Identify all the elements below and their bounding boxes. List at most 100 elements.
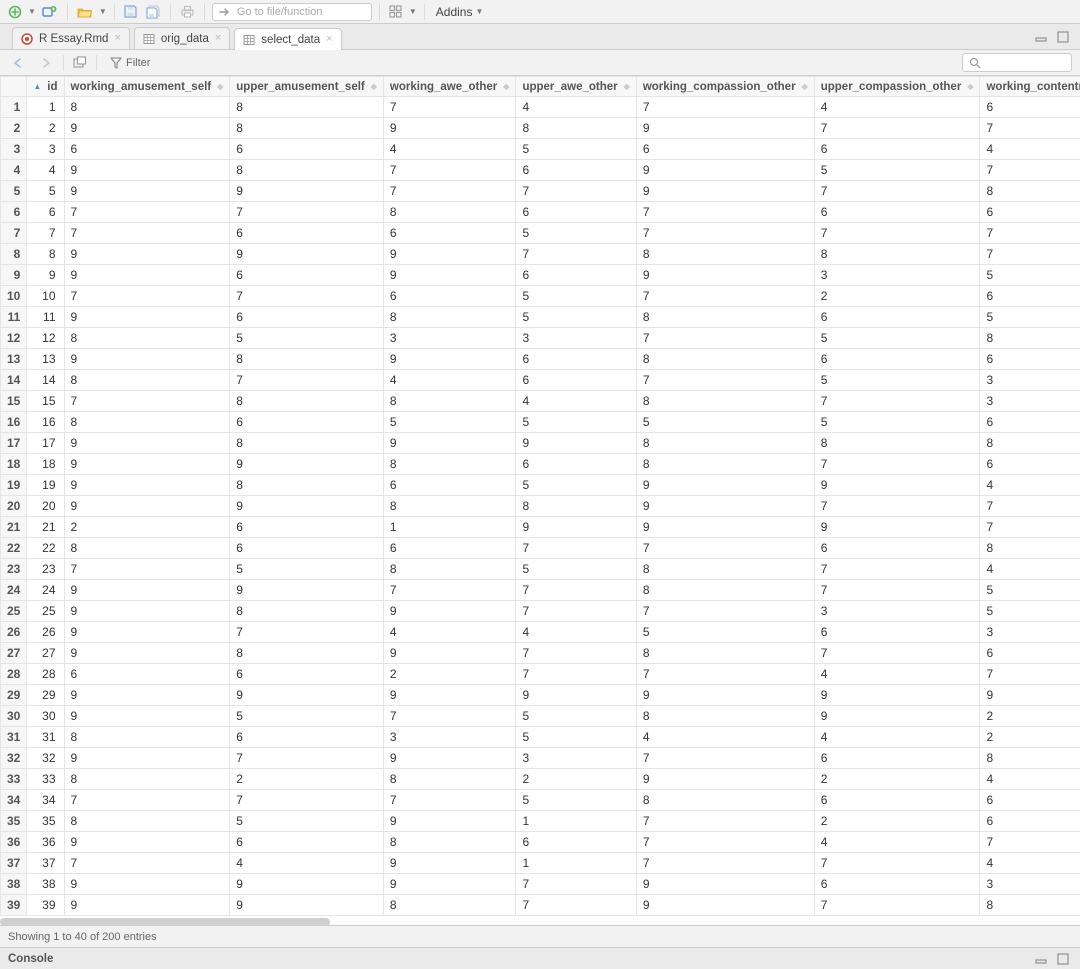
tab-close-button[interactable]: × xyxy=(114,33,120,44)
table-row[interactable]: 118874746 xyxy=(1,97,1080,118)
table-row[interactable]: 11119685865 xyxy=(1,307,1080,328)
table-row[interactable]: 20209988977 xyxy=(1,496,1080,517)
data-cell: 7 xyxy=(980,496,1080,517)
data-cell: 7 xyxy=(516,580,636,601)
minimize-pane-button[interactable] xyxy=(1032,28,1050,46)
table-row[interactable]: 27279897876 xyxy=(1,643,1080,664)
nav-back-button[interactable] xyxy=(8,54,30,72)
rownum-cell: 33 xyxy=(1,769,27,790)
table-row[interactable]: 19199865994 xyxy=(1,475,1080,496)
table-row[interactable]: 12128533758 xyxy=(1,328,1080,349)
table-search-box[interactable] xyxy=(962,53,1072,72)
tab-close-button[interactable]: × xyxy=(326,34,332,45)
table-row[interactable]: 36369686747 xyxy=(1,832,1080,853)
new-project-button[interactable] xyxy=(40,3,60,21)
table-row[interactable]: 14148746753 xyxy=(1,370,1080,391)
col-header-working_contentment_self[interactable]: working_contentment_self◆ xyxy=(980,77,1080,97)
addins-menu[interactable]: Addins ▼ xyxy=(432,5,488,19)
table-row[interactable]: 336645664 xyxy=(1,139,1080,160)
data-cell: 5 xyxy=(516,475,636,496)
table-row[interactable]: 13139896866 xyxy=(1,349,1080,370)
data-cell: 9 xyxy=(64,622,230,643)
save-all-button[interactable] xyxy=(144,3,163,21)
col-header-upper_compassion_other[interactable]: upper_compassion_other◆ xyxy=(814,77,980,97)
table-row[interactable]: 229898977 xyxy=(1,118,1080,139)
grid-caret[interactable]: ▼ xyxy=(409,7,417,16)
table-row[interactable]: 777665777 xyxy=(1,223,1080,244)
data-cell: 4 xyxy=(814,97,980,118)
maximize-pane-button[interactable] xyxy=(1054,28,1072,46)
sort-desc-icon: ◆ xyxy=(624,82,630,91)
table-row[interactable]: 25259897735 xyxy=(1,601,1080,622)
rownum-cell: 20 xyxy=(1,496,27,517)
col-header-upper_amusement_self[interactable]: upper_amusement_self◆ xyxy=(230,77,384,97)
table-row[interactable]: 559977978 xyxy=(1,181,1080,202)
table-search-input[interactable] xyxy=(985,56,1065,70)
open-file-button[interactable] xyxy=(75,3,95,21)
table-row[interactable]: 35358591726 xyxy=(1,811,1080,832)
table-row[interactable]: 17179899888 xyxy=(1,433,1080,454)
cell-id: 37 xyxy=(27,853,64,874)
data-cell: 6 xyxy=(230,139,384,160)
table-row[interactable]: 33338282924 xyxy=(1,769,1080,790)
print-button[interactable] xyxy=(178,3,197,21)
sort-desc-icon: ◆ xyxy=(217,82,223,91)
table-row[interactable]: 26269744563 xyxy=(1,622,1080,643)
col-header-working_awe_other[interactable]: working_awe_other◆ xyxy=(383,77,516,97)
tab-close-button[interactable]: × xyxy=(215,33,221,44)
data-cell: 8 xyxy=(230,97,384,118)
table-row[interactable]: 15157884873 xyxy=(1,391,1080,412)
goto-file-input[interactable] xyxy=(235,5,345,19)
filter-button[interactable]: Filter xyxy=(104,54,156,72)
table-row[interactable]: 449876957 xyxy=(1,160,1080,181)
col-header-id[interactable]: ▲id xyxy=(27,77,64,97)
popout-icon xyxy=(73,56,87,69)
col-header-upper_awe_other[interactable]: upper_awe_other◆ xyxy=(516,77,636,97)
table-row[interactable]: 31318635442 xyxy=(1,727,1080,748)
hscroll-track[interactable] xyxy=(0,918,1080,926)
new-file-button[interactable] xyxy=(6,3,24,21)
table-row[interactable]: 37377491774 xyxy=(1,853,1080,874)
data-cell: 7 xyxy=(636,223,814,244)
table-row[interactable]: 889997887 xyxy=(1,244,1080,265)
table-row[interactable]: 39399987978 xyxy=(1,895,1080,916)
table-row[interactable]: 667786766 xyxy=(1,202,1080,223)
tab-select-data[interactable]: select_data× xyxy=(234,28,341,50)
cell-id: 20 xyxy=(27,496,64,517)
table-row[interactable]: 38389997963 xyxy=(1,874,1080,895)
table-row[interactable]: 21212619997 xyxy=(1,517,1080,538)
data-cell: 7 xyxy=(64,559,230,580)
table-row[interactable]: 18189986876 xyxy=(1,454,1080,475)
table-row[interactable]: 29299999999 xyxy=(1,685,1080,706)
table-row[interactable]: 24249977875 xyxy=(1,580,1080,601)
col-header-working_compassion_other[interactable]: working_compassion_other◆ xyxy=(636,77,814,97)
data-table-area[interactable]: ▲idworking_amusement_self◆upper_amusemen… xyxy=(0,76,1080,925)
hscroll-thumb[interactable] xyxy=(0,918,330,926)
table-row[interactable]: 23237585874 xyxy=(1,559,1080,580)
table-row[interactable]: 28286627747 xyxy=(1,664,1080,685)
folder-open-icon xyxy=(77,5,93,19)
table-row[interactable]: 16168655556 xyxy=(1,412,1080,433)
table-row[interactable]: 10107765726 xyxy=(1,286,1080,307)
col-header-working_amusement_self[interactable]: working_amusement_self◆ xyxy=(64,77,230,97)
table-row[interactable]: 32329793768 xyxy=(1,748,1080,769)
show-in-window-button[interactable] xyxy=(71,54,89,72)
save-button[interactable] xyxy=(122,3,140,21)
table-row[interactable]: 999696935 xyxy=(1,265,1080,286)
data-cell: 6 xyxy=(814,748,980,769)
console-maximize-button[interactable] xyxy=(1054,950,1072,968)
new-file-caret[interactable]: ▼ xyxy=(28,7,36,16)
table-row[interactable]: 34347775866 xyxy=(1,790,1080,811)
tab-r-essay-rmd[interactable]: R Essay.Rmd× xyxy=(12,27,130,49)
goto-file-box[interactable] xyxy=(212,3,372,21)
nav-forward-button[interactable] xyxy=(34,54,56,72)
console-bar[interactable]: Console xyxy=(0,947,1080,969)
tab-orig-data[interactable]: orig_data× xyxy=(134,27,230,49)
table-row[interactable]: 30309575892 xyxy=(1,706,1080,727)
table-row[interactable]: 22228667768 xyxy=(1,538,1080,559)
console-minimize-button[interactable] xyxy=(1032,950,1050,968)
minimize-icon xyxy=(1034,30,1048,44)
data-cell: 8 xyxy=(636,559,814,580)
open-recent-caret[interactable]: ▼ xyxy=(99,7,107,16)
grid-button[interactable] xyxy=(387,3,405,21)
